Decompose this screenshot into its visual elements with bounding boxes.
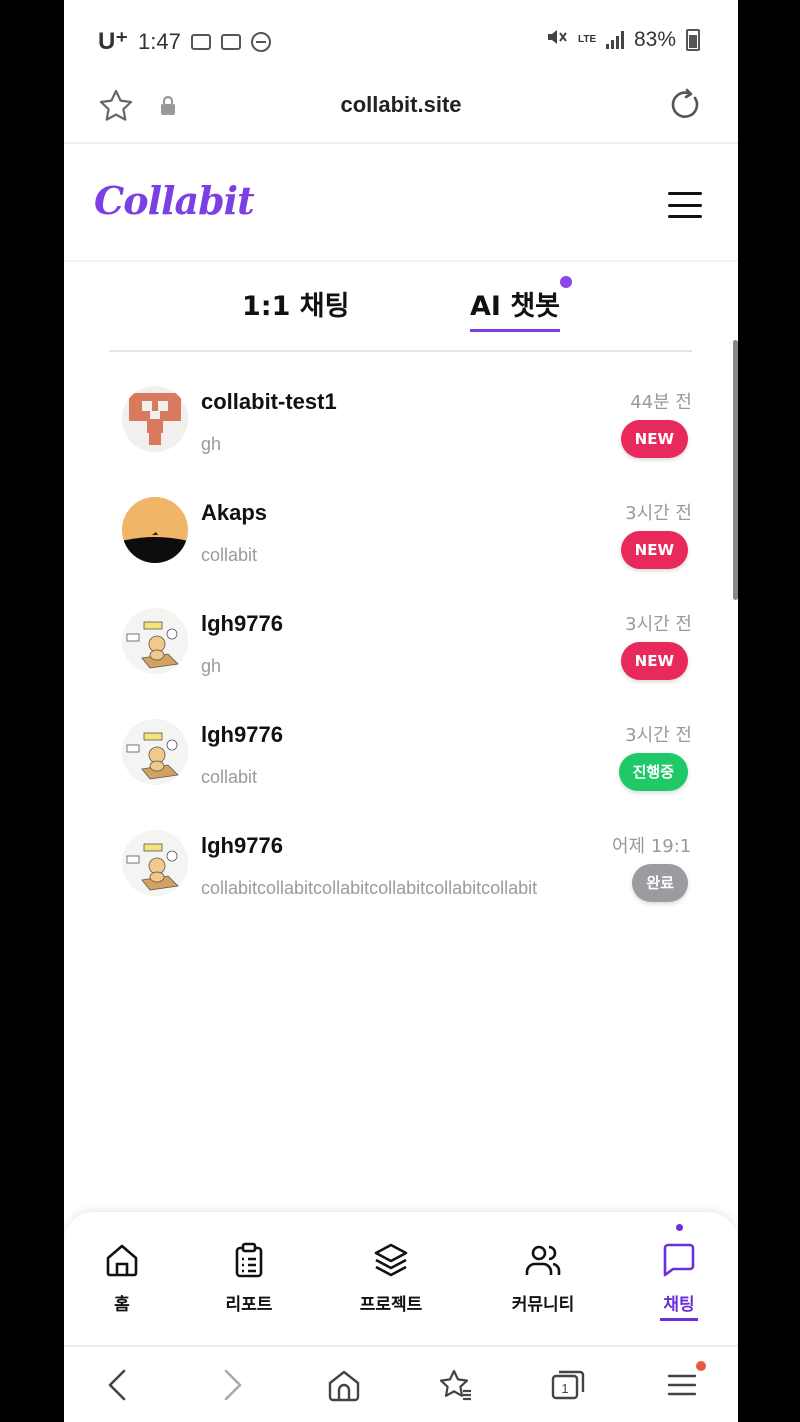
chat-list-item[interactable]: lgh9776 collabitcollabitcollabitcollabit… (109, 806, 692, 917)
status-badge: 완료 (632, 864, 688, 902)
mute-icon (546, 27, 568, 53)
chat-preview: collabit (201, 545, 258, 565)
chat-name: lgh9776 (201, 722, 283, 747)
signal-icon (605, 31, 624, 49)
do-not-disturb-icon (250, 31, 271, 52)
clipboard-icon (231, 1242, 267, 1278)
sunset-avatar (122, 497, 188, 563)
menu-icon[interactable] (664, 1367, 700, 1403)
screenshot-icon (190, 33, 211, 50)
battery-percent: 83% (633, 28, 676, 51)
chat-list-item[interactable]: Akaps collabit 3시간 전 NEW (109, 473, 692, 584)
nav-item-community[interactable]: 커뮤니티 (493, 1242, 593, 1315)
chat-time: 3시간 전 (625, 503, 692, 524)
chat-name: collabit-test1 (201, 389, 337, 414)
chat-name: lgh9776 (201, 611, 283, 636)
svg-text:1: 1 (561, 1381, 568, 1396)
url-text[interactable]: collabit.site (64, 92, 738, 118)
chat-name: Akaps (201, 500, 268, 525)
tab-direct-chat[interactable]: 1:1 채팅 (242, 284, 349, 323)
bookmarks-icon[interactable] (438, 1367, 474, 1403)
collabit-logo[interactable]: Collabit (94, 178, 255, 223)
chat-icon (661, 1242, 697, 1278)
chat-time: 3시간 전 (625, 614, 692, 635)
status-badge: NEW (620, 642, 688, 680)
chat-preview: gh (201, 656, 222, 676)
scrollbar[interactable] (733, 340, 738, 600)
battery-icon (686, 29, 700, 51)
nav-item-home[interactable]: 홈 (72, 1242, 172, 1315)
status-badge: NEW (620, 420, 688, 458)
cat-avatar (122, 719, 188, 785)
nav-label: 홈 (114, 1295, 130, 1315)
tabs-icon[interactable]: 1 (550, 1367, 586, 1403)
nav-active-indicator (660, 1318, 698, 1321)
cat-avatar (122, 830, 188, 896)
nav-item-report[interactable]: 리포트 (199, 1242, 299, 1315)
chat-list-item[interactable]: lgh9776 collabit 3시간 전 진행중 (109, 695, 692, 806)
browser-url-bar: collabit.site (64, 80, 738, 144)
chat-tabs: 1:1 채팅 AI 챗봇 (109, 270, 692, 352)
nav-active-dot (676, 1224, 683, 1231)
status-badge: NEW (620, 531, 688, 569)
chat-name: lgh9776 (201, 833, 283, 858)
nav-label: 채팅 (663, 1295, 695, 1315)
home-icon (104, 1242, 140, 1278)
pattern-avatar (122, 386, 188, 452)
tab-notification-dot (560, 276, 572, 288)
chat-time: 어제 19:12 (612, 836, 692, 857)
chat-preview: collabit (201, 767, 258, 787)
nav-item-project[interactable]: 프로젝트 (341, 1242, 441, 1315)
layers-icon (373, 1242, 409, 1278)
back-icon[interactable] (100, 1367, 136, 1403)
network-label: LTE (577, 34, 597, 45)
nav-item-chat[interactable]: 채팅 (629, 1242, 729, 1315)
app-header: Collabit (64, 146, 738, 262)
hamburger-menu-icon[interactable] (668, 192, 702, 218)
nav-label: 프로젝트 (359, 1295, 423, 1315)
chat-time: 3시간 전 (625, 725, 692, 746)
clock: 1:47 (138, 28, 181, 54)
nav-label: 리포트 (225, 1295, 273, 1315)
home-icon[interactable] (326, 1367, 362, 1403)
tab-ai-chatbot[interactable]: AI 챗봇 (470, 284, 561, 332)
screen-record-icon (220, 33, 241, 50)
cat-avatar (122, 608, 188, 674)
chat-list: collabit-test1 gh 44분 전 NEW Akaps collab… (109, 362, 692, 917)
chat-list-item[interactable]: collabit-test1 gh 44분 전 NEW (109, 362, 692, 473)
nav-label: 커뮤니티 (511, 1295, 575, 1315)
bottom-nav: 홈 리포트 프로젝트 커뮤니티 채팅 (64, 1212, 738, 1344)
users-icon (525, 1242, 561, 1278)
chat-preview: collabitcollabitcollabitcollabitcollabit… (201, 878, 538, 898)
forward-icon[interactable] (214, 1367, 250, 1403)
status-badge: 진행중 (618, 753, 688, 791)
browser-toolbar: 1 (64, 1345, 738, 1422)
chat-preview: gh (201, 434, 222, 454)
notification-dot (696, 1361, 706, 1371)
carrier-label: U⁺ (98, 28, 128, 55)
reload-icon[interactable] (668, 88, 702, 122)
chat-list-item[interactable]: lgh9776 gh 3시간 전 NEW (109, 584, 692, 695)
phone-screen: U⁺ 1:47 LTE 83% collabit.site Collabit 1… (64, 0, 738, 1422)
status-bar: U⁺ 1:47 LTE 83% (64, 0, 738, 80)
chat-time: 44분 전 (630, 392, 692, 413)
